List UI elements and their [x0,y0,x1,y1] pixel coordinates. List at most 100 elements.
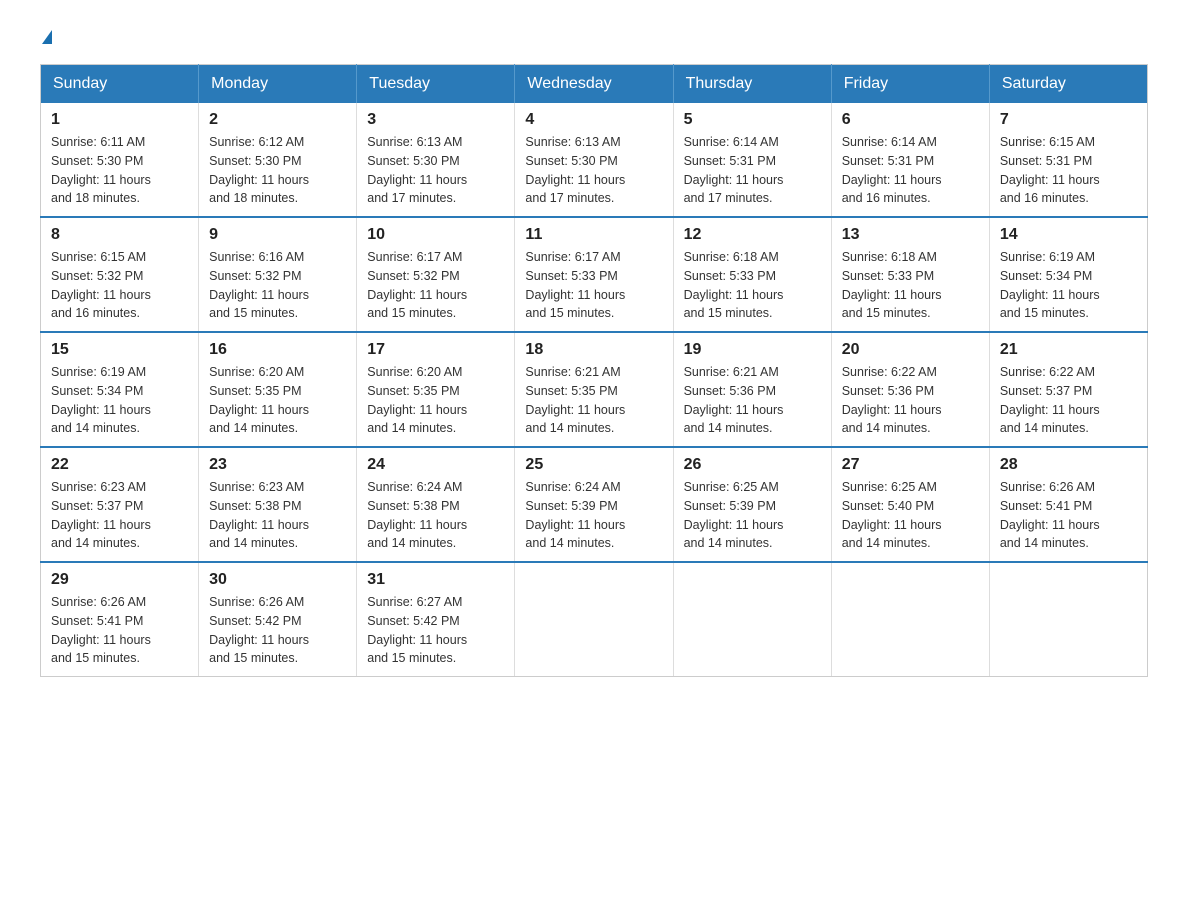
day-info: Sunrise: 6:27 AMSunset: 5:42 PMDaylight:… [367,593,504,668]
day-info: Sunrise: 6:24 AMSunset: 5:38 PMDaylight:… [367,478,504,553]
day-number: 6 [842,111,979,129]
calendar-cell: 14 Sunrise: 6:19 AMSunset: 5:34 PMDayligh… [989,217,1147,332]
calendar-cell: 9 Sunrise: 6:16 AMSunset: 5:32 PMDaylight… [199,217,357,332]
calendar-cell: 29Sunrise: 6:26 AMSunset: 5:41 PMDayligh… [41,562,199,677]
day-info: Sunrise: 6:25 AMSunset: 5:39 PMDaylight:… [684,478,821,553]
day-number: 11 [525,226,662,244]
calendar-cell: 30 Sunrise: 6:26 AMSunset: 5:42 PMDayligh… [199,562,357,677]
calendar-cell: 20Sunrise: 6:22 AMSunset: 5:36 PMDayligh… [831,332,989,447]
calendar-cell: 15 Sunrise: 6:19 AMSunset: 5:34 PMDayligh… [41,332,199,447]
calendar-week-row: 1 Sunrise: 6:11 AMSunset: 5:30 PMDaylight… [41,103,1148,217]
day-info: Sunrise: 6:23 AMSunset: 5:37 PMDaylight:… [51,478,188,553]
day-number: 5 [684,111,821,129]
day-info: Sunrise: 6:12 AMSunset: 5:30 PMDaylight:… [209,133,346,208]
day-info: Sunrise: 6:11 AMSunset: 5:30 PMDaylight:… [51,133,188,208]
day-number: 15 [51,341,188,359]
day-info: Sunrise: 6:25 AMSunset: 5:40 PMDaylight:… [842,478,979,553]
day-info: Sunrise: 6:13 AMSunset: 5:30 PMDaylight:… [525,133,662,208]
day-number: 25 [525,456,662,474]
calendar-header-wednesday: Wednesday [515,65,673,104]
calendar-cell: 5 Sunrise: 6:14 AMSunset: 5:31 PMDaylight… [673,103,831,217]
day-info: Sunrise: 6:23 AMSunset: 5:38 PMDaylight:… [209,478,346,553]
calendar-cell: 7 Sunrise: 6:15 AMSunset: 5:31 PMDaylight… [989,103,1147,217]
calendar-cell [515,562,673,677]
day-number: 22 [51,456,188,474]
calendar-cell [831,562,989,677]
day-info: Sunrise: 6:26 AMSunset: 5:41 PMDaylight:… [1000,478,1137,553]
calendar-cell: 12 Sunrise: 6:18 AMSunset: 5:33 PMDayligh… [673,217,831,332]
calendar-cell: 22 Sunrise: 6:23 AMSunset: 5:37 PMDayligh… [41,447,199,562]
day-number: 9 [209,226,346,244]
day-number: 10 [367,226,504,244]
calendar-cell [673,562,831,677]
day-info: Sunrise: 6:17 AMSunset: 5:32 PMDaylight:… [367,248,504,323]
day-info: Sunrise: 6:19 AMSunset: 5:34 PMDaylight:… [1000,248,1137,323]
day-info: Sunrise: 6:22 AMSunset: 5:37 PMDaylight:… [1000,363,1137,438]
day-number: 21 [1000,341,1137,359]
calendar-cell: 24 Sunrise: 6:24 AMSunset: 5:38 PMDayligh… [357,447,515,562]
day-number: 26 [684,456,821,474]
day-number: 18 [525,341,662,359]
calendar-cell: 3 Sunrise: 6:13 AMSunset: 5:30 PMDaylight… [357,103,515,217]
logo [40,30,52,44]
calendar-header-sunday: Sunday [41,65,199,104]
calendar-cell: 16 Sunrise: 6:20 AMSunset: 5:35 PMDayligh… [199,332,357,447]
calendar-week-row: 22 Sunrise: 6:23 AMSunset: 5:37 PMDayligh… [41,447,1148,562]
day-info: Sunrise: 6:14 AMSunset: 5:31 PMDaylight:… [842,133,979,208]
calendar-header-row: SundayMondayTuesdayWednesdayThursdayFrid… [41,65,1148,104]
calendar-header-friday: Friday [831,65,989,104]
calendar-cell: 13 Sunrise: 6:18 AMSunset: 5:33 PMDayligh… [831,217,989,332]
day-number: 27 [842,456,979,474]
day-info: Sunrise: 6:16 AMSunset: 5:32 PMDaylight:… [209,248,346,323]
day-number: 12 [684,226,821,244]
calendar-cell: 6 Sunrise: 6:14 AMSunset: 5:31 PMDaylight… [831,103,989,217]
day-info: Sunrise: 6:15 AMSunset: 5:32 PMDaylight:… [51,248,188,323]
day-info: Sunrise: 6:18 AMSunset: 5:33 PMDaylight:… [684,248,821,323]
day-info: Sunrise: 6:20 AMSunset: 5:35 PMDaylight:… [209,363,346,438]
calendar-cell: 4 Sunrise: 6:13 AMSunset: 5:30 PMDaylight… [515,103,673,217]
day-info: Sunrise: 6:15 AMSunset: 5:31 PMDaylight:… [1000,133,1137,208]
day-number: 3 [367,111,504,129]
day-number: 4 [525,111,662,129]
day-number: 1 [51,111,188,129]
day-info: Sunrise: 6:13 AMSunset: 5:30 PMDaylight:… [367,133,504,208]
calendar-cell: 25Sunrise: 6:24 AMSunset: 5:39 PMDayligh… [515,447,673,562]
calendar-cell: 27 Sunrise: 6:25 AMSunset: 5:40 PMDayligh… [831,447,989,562]
calendar-table: SundayMondayTuesdayWednesdayThursdayFrid… [40,64,1148,677]
day-number: 2 [209,111,346,129]
day-number: 13 [842,226,979,244]
calendar-cell: 23 Sunrise: 6:23 AMSunset: 5:38 PMDayligh… [199,447,357,562]
calendar-cell: 17Sunrise: 6:20 AMSunset: 5:35 PMDayligh… [357,332,515,447]
calendar-header-saturday: Saturday [989,65,1147,104]
day-info: Sunrise: 6:21 AMSunset: 5:35 PMDaylight:… [525,363,662,438]
calendar-cell: 1 Sunrise: 6:11 AMSunset: 5:30 PMDaylight… [41,103,199,217]
calendar-week-row: 29Sunrise: 6:26 AMSunset: 5:41 PMDayligh… [41,562,1148,677]
day-info: Sunrise: 6:22 AMSunset: 5:36 PMDaylight:… [842,363,979,438]
day-number: 7 [1000,111,1137,129]
day-info: Sunrise: 6:18 AMSunset: 5:33 PMDaylight:… [842,248,979,323]
calendar-cell: 28Sunrise: 6:26 AMSunset: 5:41 PMDayligh… [989,447,1147,562]
day-info: Sunrise: 6:21 AMSunset: 5:36 PMDaylight:… [684,363,821,438]
day-info: Sunrise: 6:20 AMSunset: 5:35 PMDaylight:… [367,363,504,438]
calendar-cell: 31Sunrise: 6:27 AMSunset: 5:42 PMDayligh… [357,562,515,677]
day-number: 19 [684,341,821,359]
logo-triangle-icon [42,30,52,44]
calendar-header-monday: Monday [199,65,357,104]
calendar-week-row: 15 Sunrise: 6:19 AMSunset: 5:34 PMDayligh… [41,332,1148,447]
day-number: 8 [51,226,188,244]
day-number: 30 [209,571,346,589]
day-number: 24 [367,456,504,474]
calendar-cell: 21 Sunrise: 6:22 AMSunset: 5:37 PMDayligh… [989,332,1147,447]
calendar-week-row: 8 Sunrise: 6:15 AMSunset: 5:32 PMDaylight… [41,217,1148,332]
day-info: Sunrise: 6:26 AMSunset: 5:42 PMDaylight:… [209,593,346,668]
day-number: 14 [1000,226,1137,244]
page-header [40,30,1148,44]
day-number: 29 [51,571,188,589]
day-info: Sunrise: 6:14 AMSunset: 5:31 PMDaylight:… [684,133,821,208]
calendar-cell: 11Sunrise: 6:17 AMSunset: 5:33 PMDayligh… [515,217,673,332]
calendar-header-tuesday: Tuesday [357,65,515,104]
calendar-cell: 2 Sunrise: 6:12 AMSunset: 5:30 PMDaylight… [199,103,357,217]
day-number: 23 [209,456,346,474]
day-info: Sunrise: 6:19 AMSunset: 5:34 PMDaylight:… [51,363,188,438]
day-number: 16 [209,341,346,359]
